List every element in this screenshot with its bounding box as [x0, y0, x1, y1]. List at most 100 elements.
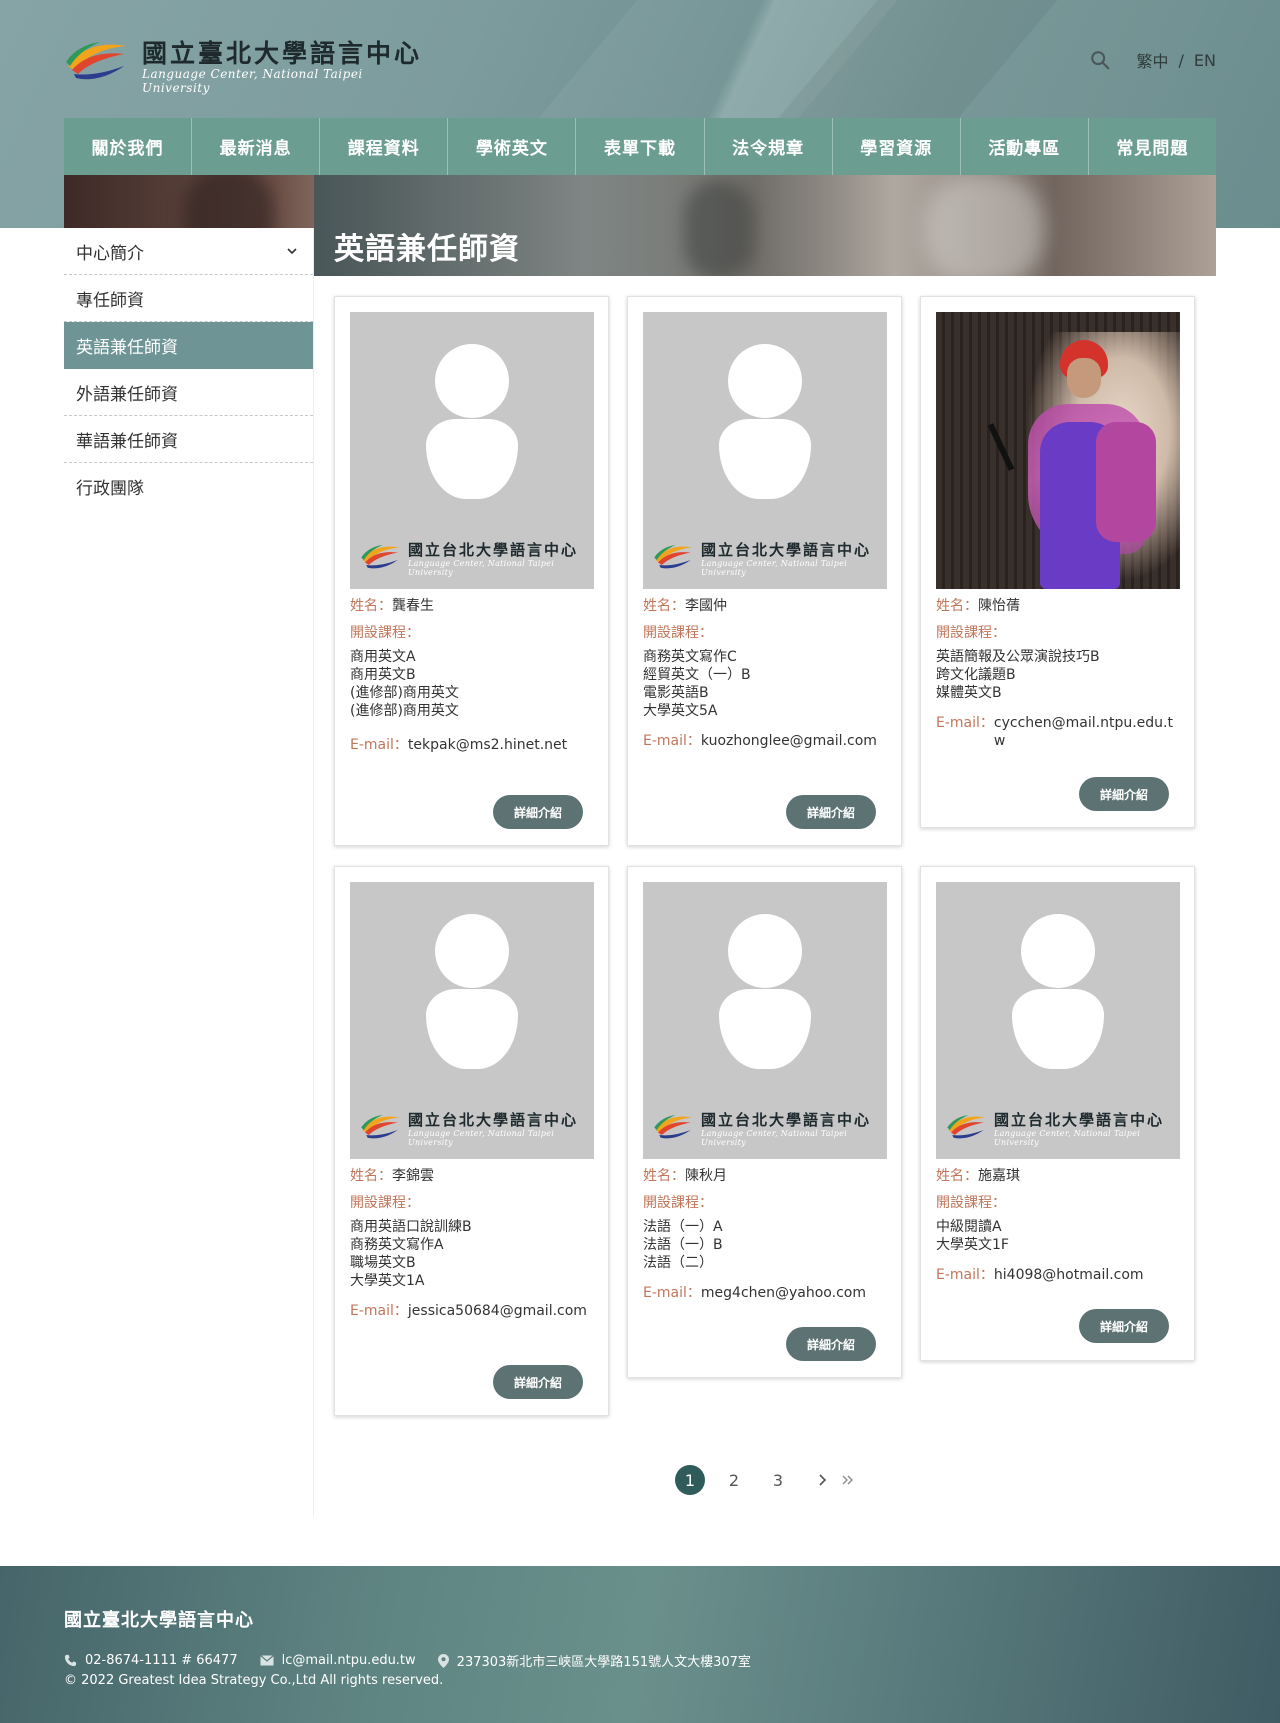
detail-button[interactable]: 詳細介紹 [786, 1327, 876, 1361]
courses-label: 開設課程： [643, 625, 713, 641]
teacher-info: 姓名： 李國仲 開設課程： 商務英文寫作C 經貿英文（一）B 電影英語B 大學英文… [643, 597, 891, 750]
teacher-card: 國立台北大學語言中心 Language Center, National Tai… [627, 866, 902, 1378]
teacher-email[interactable]: hi4098@hotmail.com [994, 1266, 1184, 1284]
pagination: 1 2 3 [675, 1465, 863, 1495]
course-item: 跨文化議題B [936, 667, 1016, 683]
course-item: 媒體英文B [936, 685, 1002, 701]
nav-item-events[interactable]: 活動專區 [961, 118, 1089, 175]
nav-item-courses[interactable]: 課程資料 [320, 118, 449, 175]
mail-icon [259, 1655, 274, 1666]
photo-logo-subtitle: Language Center, National Taipei Univers… [994, 1129, 1141, 1147]
course-item: 大學英文1F [936, 1237, 1009, 1253]
nav-item-about[interactable]: 關於我們 [64, 118, 193, 175]
nav-item-resources[interactable]: 學習資源 [833, 118, 961, 175]
name-label: 姓名： [936, 598, 978, 614]
logo-emblem-icon [654, 1114, 692, 1139]
course-item: 商用英語口說訓練B [350, 1219, 472, 1235]
search-icon[interactable] [1089, 49, 1111, 71]
course-item: 英語簡報及公眾演說技巧B [936, 649, 1100, 665]
teacher-email[interactable]: tekpak@ms2.hinet.net [408, 736, 598, 754]
photo-logo-title: 國立台北大學語言中心 [701, 541, 872, 559]
nav-item-forms[interactable]: 表單下載 [576, 118, 705, 175]
page-2-button[interactable]: 2 [719, 1465, 749, 1495]
course-item: 商務英文寫作A [350, 1237, 444, 1253]
logo-emblem-icon [361, 1114, 399, 1139]
teacher-photo [936, 312, 1180, 589]
course-list: 英語簡報及公眾演說技巧B 跨文化議題B 媒體英文B [936, 648, 1184, 702]
course-list: 商用英語口說訓練B 商務英文寫作A 職場英文B 大學英文1A [350, 1218, 598, 1290]
detail-button[interactable]: 詳細介紹 [493, 1365, 583, 1399]
courses-label: 開設課程： [350, 625, 420, 641]
sidebar-item-foreign-lang-adjunct[interactable]: 外語兼任師資 [64, 369, 313, 416]
chevron-down-icon [287, 248, 297, 255]
course-item: 電影英語B [643, 685, 709, 701]
teacher-name: 施嘉琪 [978, 1168, 1020, 1184]
sidebar-item-chinese-adjunct[interactable]: 華語兼任師資 [64, 416, 313, 463]
detail-button[interactable]: 詳細介紹 [786, 795, 876, 829]
photo-logo-title: 國立台北大學語言中心 [408, 1111, 579, 1129]
sidebar-item-english-adjunct[interactable]: 英語兼任師資 [64, 322, 313, 369]
course-item: 法語（一）B [643, 1237, 723, 1253]
logo-emblem-icon [654, 544, 692, 569]
teacher-card: 國立台北大學語言中心 Language Center, National Tai… [334, 296, 609, 846]
course-item: 商用英文B [350, 667, 416, 683]
teacher-name: 龔春生 [392, 598, 434, 614]
name-label: 姓名： [936, 1168, 978, 1184]
logo-title: 國立臺北大學語言中心 [142, 39, 423, 68]
nav-item-faq[interactable]: 常見問題 [1089, 118, 1216, 175]
teacher-card: 姓名： 陳怡蒨 開設課程： 英語簡報及公眾演說技巧B 跨文化議題B 媒體英文B E… [920, 296, 1195, 828]
footer-title: 國立臺北大學語言中心 [64, 1610, 254, 1631]
teacher-info: 姓名： 陳秋月 開設課程： 法語（一）A 法語（一）B 法語（二） E-mail：… [643, 1167, 891, 1302]
lang-en-link[interactable]: EN [1194, 51, 1216, 70]
detail-button[interactable]: 詳細介紹 [493, 795, 583, 829]
course-list: 中級閱讀A 大學英文1F [936, 1218, 1184, 1254]
course-item: 商用英文A [350, 649, 416, 665]
course-item: 中級閱讀A [936, 1219, 1002, 1235]
course-item: 大學英文5A [643, 703, 718, 719]
course-item: (進修部)商用英文 [350, 685, 459, 701]
teacher-card: 國立台北大學語言中心 Language Center, National Tai… [920, 866, 1195, 1361]
course-item: 職場英文B [350, 1255, 416, 1271]
photo-logo-title: 國立台北大學語言中心 [994, 1111, 1165, 1129]
nav-item-regulations[interactable]: 法令規章 [705, 118, 833, 175]
teacher-email[interactable]: meg4chen@yahoo.com [701, 1284, 891, 1302]
footer-copyright: © 2022 Greatest Idea Strategy Co.,Ltd Al… [64, 1673, 444, 1688]
course-item: (進修部)商用英文 [350, 703, 459, 719]
page-3-button[interactable]: 3 [763, 1465, 793, 1495]
email-label: E-mail： [350, 737, 408, 753]
teacher-email[interactable]: jessica50684@gmail.com [408, 1302, 598, 1320]
detail-button[interactable]: 詳細介紹 [1079, 777, 1169, 811]
teacher-name: 陳怡蒨 [978, 598, 1020, 614]
sidebar-item-admin-team[interactable]: 行政團隊 [64, 463, 313, 510]
site-logo[interactable]: 國立臺北大學語言中心 Language Center, National Tai… [64, 34, 434, 95]
teacher-photo-placeholder: 國立台北大學語言中心 Language Center, National Tai… [350, 312, 594, 589]
teacher-name: 陳秋月 [685, 1168, 727, 1184]
footer-phone: 02-8674-1111 # 66477 [85, 1653, 238, 1668]
sidebar-item-fulltime-faculty[interactable]: 專任師資 [64, 275, 313, 322]
detail-button[interactable]: 詳細介紹 [1079, 1309, 1169, 1343]
last-page-button[interactable] [833, 1465, 863, 1495]
photo-logo-title: 國立台北大學語言中心 [408, 541, 579, 559]
photo-logo: 國立台北大學語言中心 Language Center, National Tai… [946, 1108, 1174, 1147]
course-item: 法語（二） [643, 1255, 713, 1271]
email-label: E-mail： [350, 1303, 408, 1319]
photo-logo-subtitle: Language Center, National Taipei Univers… [408, 559, 555, 577]
sidebar-item-center-intro[interactable]: 中心簡介 [64, 228, 313, 275]
logo-emblem-icon [361, 544, 399, 569]
teacher-photo-placeholder: 國立台北大學語言中心 Language Center, National Tai… [350, 882, 594, 1159]
teacher-email[interactable]: cycchen@mail.ntpu.edu.tw [994, 714, 1184, 750]
sidebar: 中心簡介 專任師資 英語兼任師資 外語兼任師資 華語兼任師資 行政團隊 [64, 228, 314, 1516]
teacher-card: 國立台北大學語言中心 Language Center, National Tai… [334, 866, 609, 1416]
teacher-name: 李錦雲 [392, 1168, 434, 1184]
phone-icon [64, 1654, 77, 1667]
chevron-right-icon [819, 1474, 827, 1486]
photo-logo-subtitle: Language Center, National Taipei Univers… [701, 1129, 848, 1147]
name-label: 姓名： [643, 598, 685, 614]
logo-emblem-icon [66, 42, 126, 80]
nav-item-news[interactable]: 最新消息 [192, 118, 321, 175]
page-1-button[interactable]: 1 [675, 1465, 705, 1495]
footer-email[interactable]: lc@mail.ntpu.edu.tw [282, 1653, 416, 1668]
teacher-email[interactable]: kuozhonglee@gmail.com [701, 732, 891, 750]
lang-zh-link[interactable]: 繁中 [1137, 48, 1169, 72]
nav-item-academic-english[interactable]: 學術英文 [448, 118, 577, 175]
